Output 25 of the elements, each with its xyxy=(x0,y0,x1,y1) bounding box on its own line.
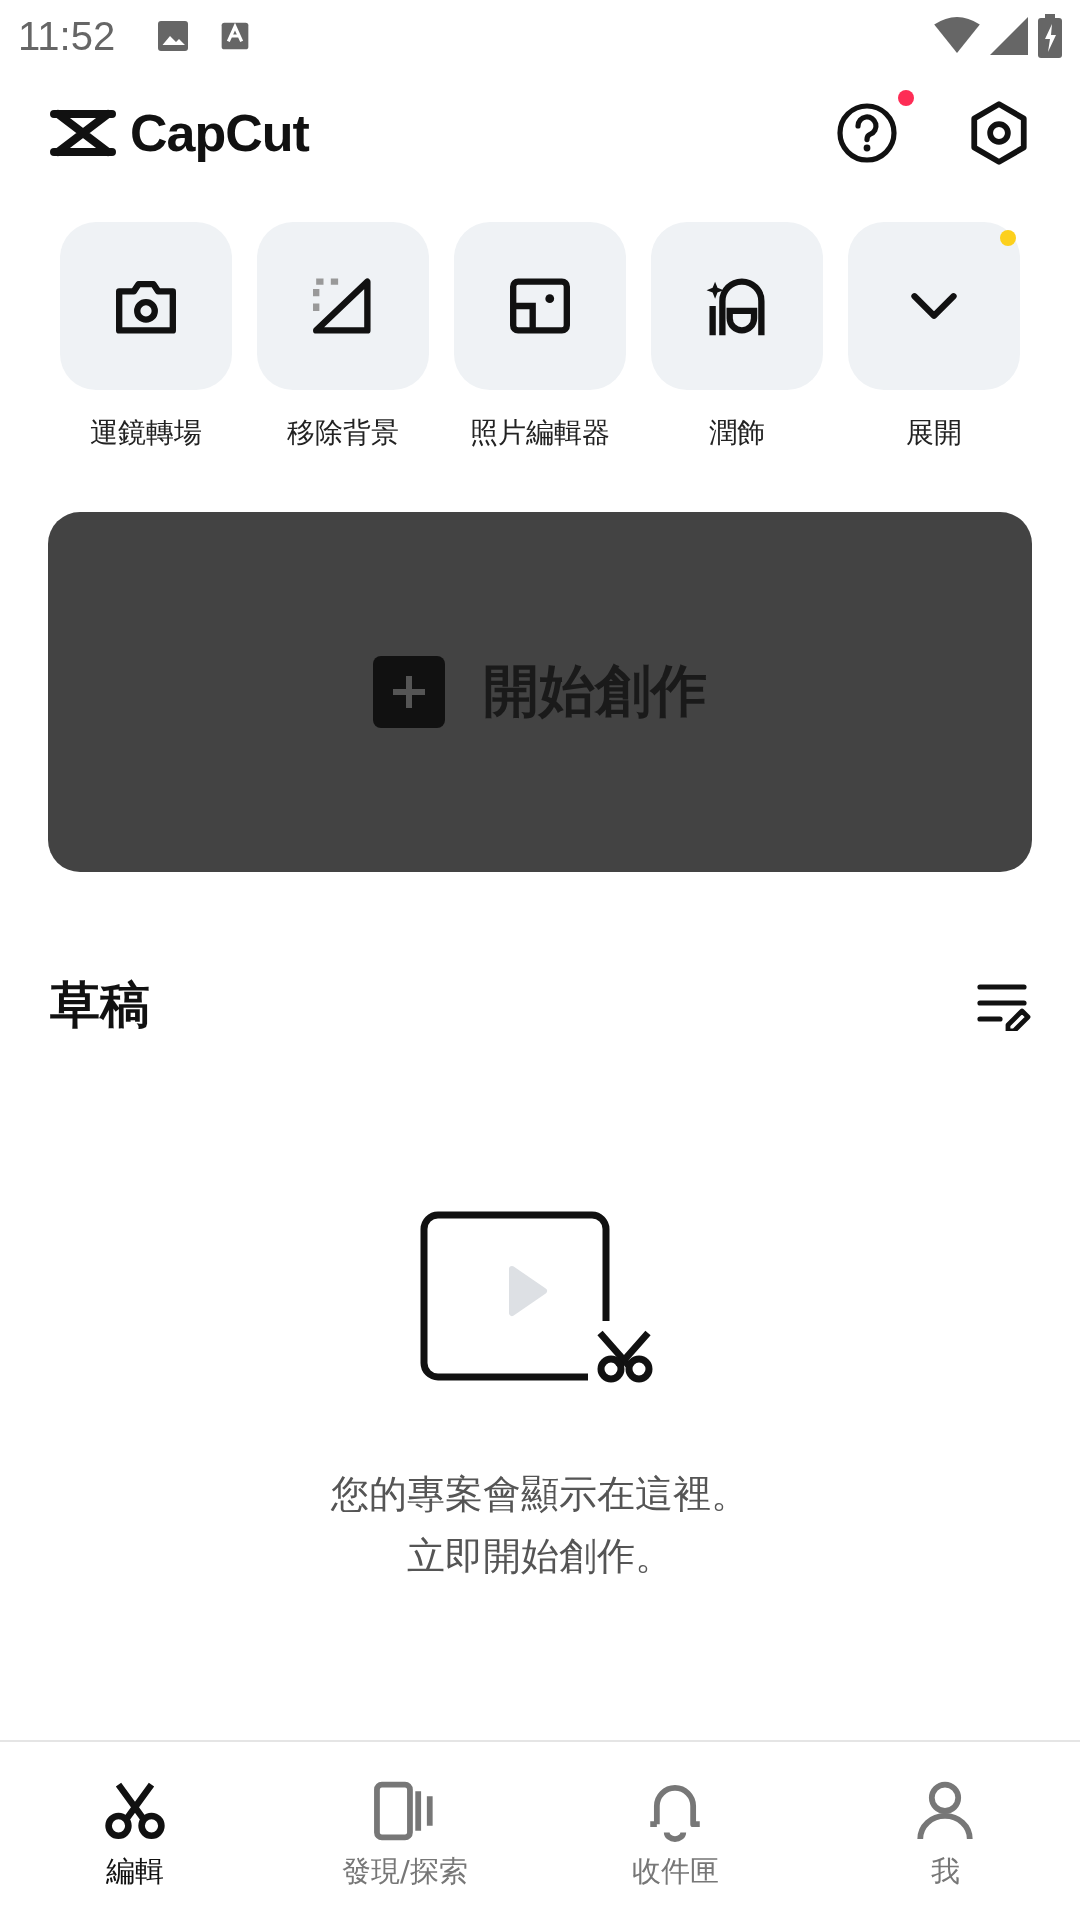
settings-icon[interactable] xyxy=(968,100,1030,166)
help-icon[interactable] xyxy=(835,101,899,165)
tool-button[interactable] xyxy=(257,222,429,390)
status-time: 11:52 xyxy=(18,13,116,59)
nav-tab[interactable]: 編輯 xyxy=(0,1742,270,1920)
tool-button[interactable] xyxy=(651,222,823,390)
tool-label: 移除背景 xyxy=(287,415,399,451)
signal-icon xyxy=(990,17,1028,55)
tool-label: 潤飾 xyxy=(709,415,765,451)
logo-text: CapCut xyxy=(130,103,309,163)
tool-button[interactable] xyxy=(60,222,232,390)
tool-label: 展開 xyxy=(906,415,962,451)
plus-icon xyxy=(373,656,445,728)
tool-button[interactable] xyxy=(454,222,626,390)
section-title: 草稿 xyxy=(50,975,150,1036)
logo-icon xyxy=(50,108,116,158)
nav-tab[interactable]: 收件匣 xyxy=(540,1742,810,1920)
empty-message: 立即開始創作。 xyxy=(407,1533,673,1579)
nav-tab[interactable]: 我 xyxy=(810,1742,1080,1920)
wifi-icon xyxy=(934,17,980,55)
nav-tab[interactable]: 發現/探索 xyxy=(270,1742,540,1920)
empty-message: 您的專案會顯示在這裡。 xyxy=(331,1471,749,1517)
tool-label: 照片編輯器 xyxy=(470,415,610,451)
tool-label: 運鏡轉場 xyxy=(90,415,202,451)
battery-icon xyxy=(1038,14,1062,58)
